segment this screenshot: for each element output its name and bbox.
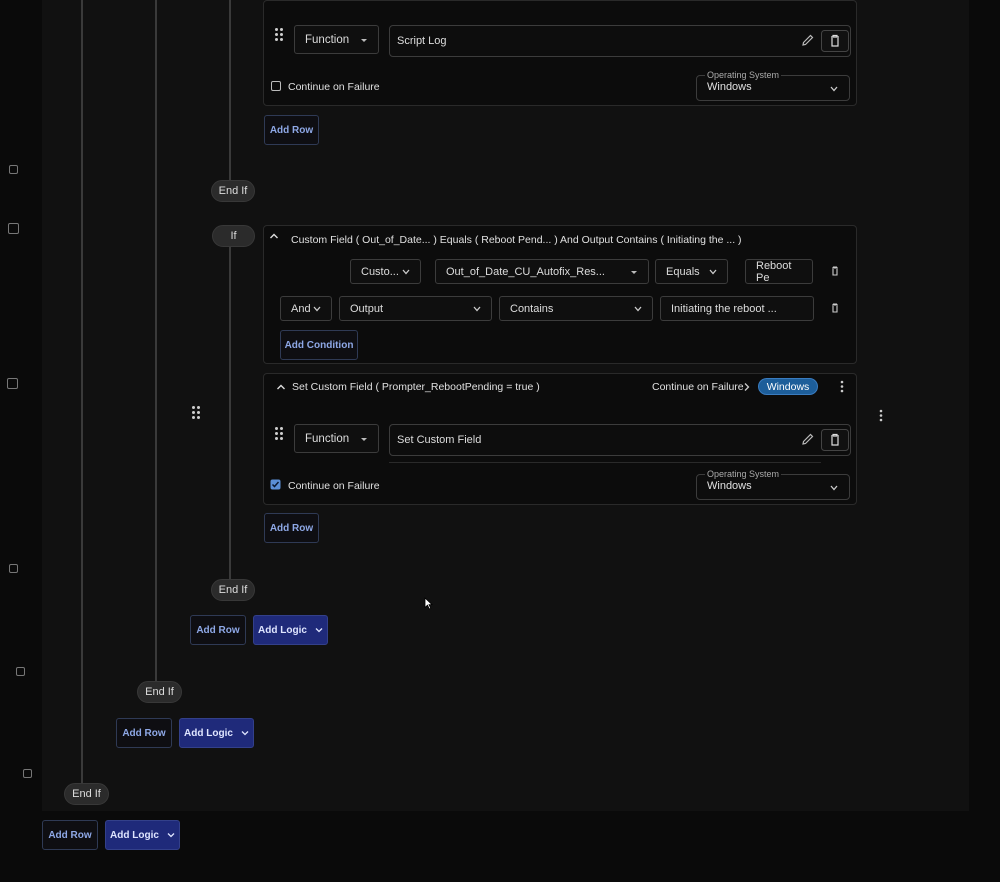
chevron-down-icon (167, 833, 175, 838)
continue-on-failure-label: Continue on Failure (288, 480, 380, 492)
add-logic-button[interactable]: Add Logic (179, 718, 254, 748)
conjunction-select[interactable]: And (280, 296, 332, 321)
chevron-down-icon (313, 306, 321, 312)
add-row-button[interactable]: Add Row (264, 513, 319, 543)
row-select-checkbox[interactable] (9, 564, 18, 573)
step-summary: Set Custom Field ( Prompter_RebootPendin… (292, 381, 540, 393)
nesting-line-level2 (155, 0, 157, 684)
function-name-value: Set Custom Field (397, 434, 482, 446)
row-select-checkbox[interactable] (8, 223, 19, 234)
delete-trash-icon[interactable] (821, 30, 849, 52)
chevron-down-icon (473, 306, 481, 312)
divider (389, 462, 821, 463)
chevron-down-icon (634, 306, 642, 312)
add-row-button[interactable]: Add Row (42, 820, 98, 850)
chevron-down-icon (402, 269, 410, 275)
conjunction-value: And (291, 302, 311, 315)
add-condition-button[interactable]: Add Condition (280, 330, 358, 360)
add-logic-button[interactable]: Add Logic (253, 615, 328, 645)
add-logic-button[interactable]: Add Logic (105, 820, 180, 850)
drag-handle-icon[interactable] (192, 406, 202, 420)
add-row-button[interactable]: Add Row (190, 615, 246, 645)
chevron-right-icon (744, 383, 750, 391)
chevron-down-icon (241, 731, 249, 736)
custom-field-value: Out_of_Date_CU_Autofix_Res... (446, 265, 605, 278)
collapse-chevron-up-icon[interactable] (276, 383, 286, 391)
function-name-value: Script Log (397, 35, 447, 47)
operating-system-value: Windows (707, 81, 752, 93)
condition-type-value: Output (350, 302, 384, 315)
condition-value-text: Reboot Pe (756, 259, 792, 284)
custom-field-select[interactable]: Out_of_Date_CU_Autofix_Res... (435, 259, 649, 284)
continue-on-failure-checkbox[interactable] (271, 81, 281, 91)
add-logic-label: Add Logic (184, 727, 233, 739)
chevron-down-icon (830, 86, 838, 92)
caret-down-icon (361, 438, 367, 441)
operating-system-label: Operating System (705, 70, 782, 80)
continue-on-failure-checkbox[interactable] (270, 479, 281, 490)
row-select-checkbox[interactable] (7, 378, 18, 389)
chevron-down-icon (709, 269, 717, 275)
drag-handle-icon[interactable] (275, 427, 285, 441)
condition-value-input[interactable]: Initiating the reboot ... (660, 296, 814, 321)
mouse-cursor-icon (424, 597, 433, 610)
step-type-label: Function (305, 33, 350, 46)
add-logic-label: Add Logic (110, 829, 159, 841)
step-type-label: Function (305, 432, 350, 445)
condition-type-value: Custo... (361, 265, 399, 278)
caret-down-icon (361, 39, 367, 42)
add-logic-label: Add Logic (258, 624, 307, 636)
if-marker: If (212, 225, 255, 247)
operator-value: Equals (666, 265, 700, 278)
add-row-button[interactable]: Add Row (116, 718, 172, 748)
more-options-icon[interactable] (839, 380, 845, 393)
end-if-marker: End If (137, 681, 182, 703)
chevron-down-icon (315, 628, 323, 633)
function-name-field[interactable]: Set Custom Field (389, 424, 851, 456)
function-name-field[interactable]: Script Log (389, 25, 851, 57)
chevron-down-icon (830, 485, 838, 491)
delete-condition-icon[interactable] (829, 302, 841, 314)
os-badge: Windows (758, 378, 818, 395)
nesting-line-level1 (81, 0, 83, 786)
operating-system-select[interactable]: Operating System Windows (696, 70, 850, 101)
step-type-select[interactable]: Function (294, 424, 379, 453)
row-select-checkbox[interactable] (16, 667, 25, 676)
operator-select[interactable]: Contains (499, 296, 653, 321)
edit-pencil-icon[interactable] (802, 433, 814, 445)
row-select-checkbox[interactable] (9, 165, 18, 174)
condition-summary: Custom Field ( Out_of_Date... ) Equals (… (291, 234, 742, 246)
operating-system-select[interactable]: Operating System Windows (696, 469, 850, 500)
condition-type-select[interactable]: Output (339, 296, 492, 321)
delete-condition-icon[interactable] (829, 265, 841, 277)
end-if-marker: End If (64, 783, 109, 805)
nesting-line-level3a (229, 0, 231, 182)
drag-handle-icon[interactable] (275, 28, 285, 42)
condition-value-text: Initiating the reboot ... (671, 302, 777, 315)
operator-value: Contains (510, 302, 554, 315)
delete-trash-icon[interactable] (821, 429, 849, 451)
operator-select[interactable]: Equals (655, 259, 728, 284)
end-if-marker: End If (211, 180, 255, 202)
condition-type-select[interactable]: Custo... (350, 259, 421, 284)
edit-pencil-icon[interactable] (802, 34, 814, 46)
nesting-line-level3b (229, 246, 231, 582)
row-select-checkbox[interactable] (23, 769, 32, 778)
collapse-chevron-up-icon[interactable] (269, 232, 279, 240)
operating-system-value: Windows (707, 480, 752, 492)
continue-on-failure-link[interactable]: Continue on Failure (652, 381, 744, 393)
operating-system-label: Operating System (705, 469, 782, 479)
more-options-icon[interactable] (878, 409, 884, 422)
step-type-select[interactable]: Function (294, 25, 379, 54)
add-row-button[interactable]: Add Row (264, 115, 319, 145)
continue-on-failure-label: Continue on Failure (288, 81, 380, 93)
end-if-marker: End If (211, 579, 255, 601)
caret-down-icon (631, 271, 637, 274)
condition-value-input[interactable]: Reboot Pe (745, 259, 813, 284)
